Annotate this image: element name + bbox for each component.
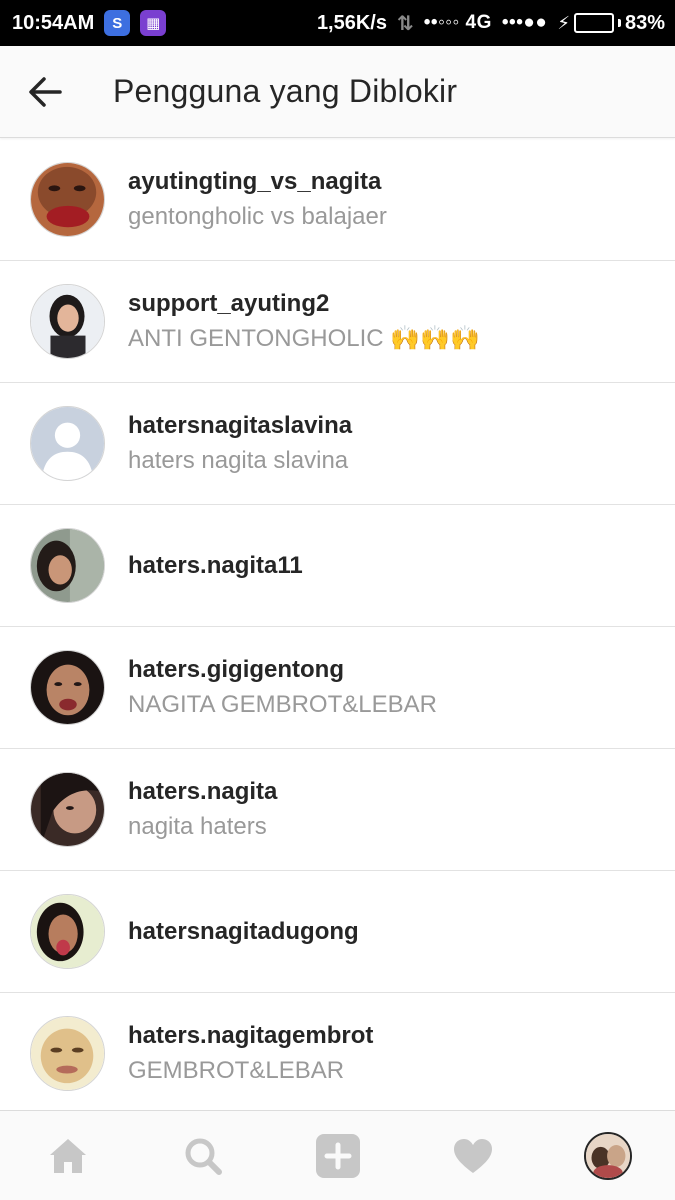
nav-profile-button[interactable] <box>563 1111 653 1200</box>
list-item[interactable]: haters.nagitagembrot GEMBROT&LEBAR <box>0 993 675 1115</box>
username[interactable]: hatersnagitaslavina <box>128 411 352 441</box>
blocked-users-list: ayutingting_vs_nagita gentongholic vs ba… <box>0 139 675 1115</box>
network-type: ••◦◦◦ 4G <box>423 12 492 33</box>
list-item[interactable]: hatersnagitaslavina haters nagita slavin… <box>0 383 675 505</box>
full-name: NAGITA GEMBROT&LEBAR <box>128 691 437 718</box>
avatar[interactable] <box>30 1016 105 1091</box>
battery-icon <box>573 13 614 33</box>
username[interactable]: hatersnagitadugong <box>128 917 359 947</box>
full-name: GEMBROT&LEBAR <box>128 1057 345 1084</box>
bottom-nav <box>0 1110 675 1200</box>
status-time: 10:54AM <box>12 11 95 34</box>
username[interactable]: haters.nagita11 <box>128 551 303 581</box>
avatar[interactable] <box>30 284 105 359</box>
full-name: haters nagita slavina <box>128 447 349 474</box>
username[interactable]: support_ayuting2 <box>128 289 480 319</box>
nav-activity-button[interactable] <box>428 1111 518 1200</box>
list-item[interactable]: haters.nagita11 <box>0 505 675 627</box>
gallery-notification-icon: ▦ <box>140 10 167 36</box>
full-name: gentongholic vs balajaer <box>128 203 387 230</box>
battery-percent: 83% <box>624 11 665 34</box>
avatar[interactable] <box>30 162 105 237</box>
avatar[interactable] <box>30 894 105 969</box>
battery-indicator: ⚡ 83% <box>557 12 665 35</box>
nav-search-button[interactable] <box>158 1111 248 1200</box>
charging-icon: ⚡ <box>557 12 570 33</box>
list-item[interactable]: hatersnagitadugong <box>0 871 675 993</box>
full-name: ANTI GENTONGHOLIC 🙌🙌🙌 <box>128 325 480 352</box>
signal-strength: •••●● <box>501 12 548 33</box>
page-title: Pengguna yang Diblokir <box>113 73 458 109</box>
back-button[interactable] <box>0 46 90 138</box>
nav-add-post-button[interactable] <box>293 1111 383 1200</box>
list-item[interactable]: support_ayuting2 ANTI GENTONGHOLIC 🙌🙌🙌 <box>0 261 675 383</box>
username[interactable]: ayutingting_vs_nagita <box>128 167 387 197</box>
default-avatar[interactable] <box>30 406 105 481</box>
add-post-icon <box>315 1133 360 1178</box>
username[interactable]: haters.nagita <box>128 777 277 807</box>
list-item[interactable]: ayutingting_vs_nagita gentongholic vs ba… <box>0 139 675 261</box>
avatar[interactable] <box>30 650 105 725</box>
username[interactable]: haters.nagitagembrot <box>128 1021 373 1051</box>
nav-home-button[interactable] <box>23 1111 113 1200</box>
list-item[interactable]: haters.nagita nagita haters <box>0 749 675 871</box>
data-transfer-icon: ⇅ <box>397 12 414 35</box>
username[interactable]: haters.gigigentong <box>128 655 437 685</box>
app-header: Pengguna yang Diblokir <box>0 46 675 138</box>
avatar[interactable] <box>30 772 105 847</box>
search-icon <box>185 1138 222 1175</box>
home-icon <box>49 1138 86 1173</box>
list-item[interactable]: haters.gigigentong NAGITA GEMBROT&LEBAR <box>0 627 675 749</box>
chat-notification-icon: S <box>104 10 131 36</box>
back-arrow-icon <box>29 76 62 107</box>
profile-avatar <box>583 1131 632 1180</box>
network-speed: 1,56K/s <box>316 11 387 34</box>
full-name: nagita haters <box>128 813 267 840</box>
avatar[interactable] <box>30 528 105 603</box>
status-bar: 10:54AM S ▦ 1,56K/s ⇅ ••◦◦◦ 4G •••●● ⚡ 8… <box>0 0 675 46</box>
heart-icon <box>453 1138 492 1173</box>
